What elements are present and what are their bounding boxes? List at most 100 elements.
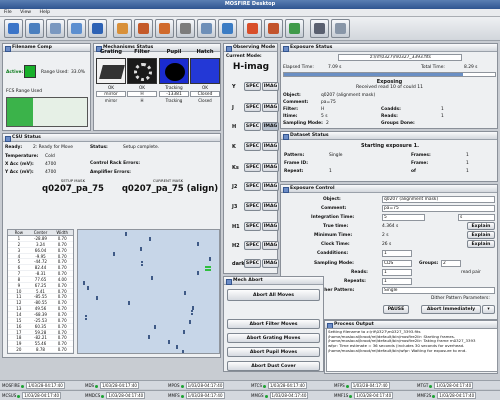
table-row[interactable]: 2147.690.70: [8, 353, 73, 354]
spec-button[interactable]: SPEC: [244, 259, 261, 268]
terminal-icon[interactable]: [310, 19, 329, 38]
ec-coadds-input[interactable]: 1: [382, 250, 412, 257]
imag-button[interactable]: IMAG: [262, 241, 279, 250]
csu-amp-label: Amplifier Errors:: [90, 170, 131, 175]
row-width: 0.70: [57, 306, 67, 312]
abort-all-moves-button[interactable]: Abort All Moves: [227, 289, 320, 301]
spec-button[interactable]: SPEC: [244, 182, 261, 191]
abort-grating-moves-button[interactable]: Abort Grating Moves: [227, 333, 320, 343]
mask-icon[interactable]: [218, 19, 237, 38]
server-status-mmdcs[interactable]: MMDCS 1/03/28-04:17:40: [85, 392, 146, 399]
spec-button[interactable]: SPEC: [244, 163, 261, 172]
spec-button[interactable]: SPEC: [244, 222, 261, 231]
spec-button[interactable]: SPEC: [244, 142, 261, 151]
server-status-mcsus[interactable]: MCSUS 1/03/28-04:17:40: [2, 392, 62, 399]
server-timestamp: 1/03/28-04:17:40: [185, 382, 225, 389]
server-status-mmf2s[interactable]: MMF2S 1/03/28-04:17:40: [417, 392, 477, 399]
ec-object-input[interactable]: q0207 (alignment mask): [382, 196, 495, 203]
abort-immediately-button[interactable]: Abort Immediately: [421, 305, 481, 314]
ec-comment-input[interactable]: pa=75: [382, 205, 495, 212]
settings-icon[interactable]: [176, 19, 195, 38]
log-icon[interactable]: [264, 19, 283, 38]
detector-icon[interactable]: [46, 19, 65, 38]
abort-menu-button[interactable]: ▾: [482, 305, 495, 314]
tools-icon[interactable]: [134, 19, 153, 38]
menu-file[interactable]: File: [4, 10, 12, 15]
ds9-icon[interactable]: [285, 19, 304, 38]
spec-button[interactable]: SPEC: [244, 103, 261, 112]
spec-button[interactable]: SPEC: [244, 122, 261, 131]
server-status-mmfs[interactable]: MMFS 1/03/28-04:17:40: [168, 392, 225, 399]
server-timestamp: 1/03/28-04:17:40: [100, 382, 139, 389]
ec-reads-input[interactable]: 1: [382, 269, 412, 276]
server-status-mosfire[interactable]: MOSFIRE 1/03/28-04:17:40: [2, 382, 65, 389]
imag-button[interactable]: IMAG: [262, 103, 279, 112]
obs-row-label: H: [232, 124, 237, 130]
keyboard-icon[interactable]: [331, 19, 350, 38]
filter-wheel-icon[interactable]: [197, 19, 216, 38]
observing-panel: Observing Mode Current Mode: H-imag: [223, 43, 278, 274]
server-status-mmgs[interactable]: MMGS 1/03/28-04:17:40: [251, 392, 309, 399]
row-center: -28.89: [34, 236, 47, 241]
csu-temp-value: Cold: [45, 154, 55, 159]
chart-icon[interactable]: [243, 19, 262, 38]
imag-button[interactable]: IMAG: [262, 82, 279, 91]
wrench-icon[interactable]: [155, 19, 174, 38]
ec-sampling-select[interactable]: CDS: [382, 260, 412, 267]
ec-dither-select[interactable]: Single: [382, 287, 495, 294]
spec-button[interactable]: SPEC: [244, 241, 261, 250]
exp-itime-value: 5 s: [321, 114, 328, 119]
row-number: 7: [17, 271, 21, 277]
server-status-mtcs[interactable]: MTCS 1/03/28-04:17:40: [251, 382, 307, 389]
spec-button[interactable]: SPEC: [244, 82, 261, 91]
exp-sampling-label: Sampling Mode:: [283, 121, 323, 126]
menu-help[interactable]: Help: [40, 10, 50, 15]
home-icon[interactable]: [113, 19, 132, 38]
row-center: 82.44: [34, 265, 47, 271]
mech-hatch-name: Hatch: [196, 49, 214, 55]
ec-groups-input[interactable]: 2: [441, 260, 461, 267]
pause-button[interactable]: PAUSE: [383, 305, 409, 314]
ec-itime-unit-select[interactable]: s: [458, 214, 495, 221]
hatch-icon: [190, 58, 220, 84]
server-status-mmf1s[interactable]: MMF1S 1/03/28-04:17:40: [334, 392, 394, 399]
server-status-mpos[interactable]: MPOS 1/03/28-04:17:40: [168, 382, 225, 389]
camera-icon[interactable]: [25, 19, 44, 38]
thermometer-icon[interactable]: [4, 19, 23, 38]
imag-button[interactable]: IMAG: [262, 163, 279, 172]
ec-repeats-input[interactable]: 1: [382, 278, 412, 285]
display-icon[interactable]: [67, 19, 86, 38]
server-status-mds[interactable]: MDS 1/03/28-04:17:40: [85, 382, 139, 389]
imag-button[interactable]: IMAG: [262, 202, 279, 211]
csu-bar-table[interactable]: Row Center Width 1 -28.89 0.70 2 3.24 0.70 3 66…: [7, 229, 74, 354]
obs-row-dark: dark SPEC IMAG: [226, 259, 279, 269]
status-led-icon: [180, 384, 184, 388]
ec-itime-input[interactable]: 5: [382, 214, 425, 221]
explain-button-1[interactable]: Explain: [467, 222, 495, 230]
col-center: Center: [33, 230, 48, 235]
ec-mintime-label: Minimum Time:: [314, 233, 353, 238]
abort-dust-cover-button[interactable]: Abort Dust Cover: [227, 361, 320, 371]
row-center: 66.04: [34, 247, 47, 253]
imag-button[interactable]: IMAG: [262, 122, 279, 131]
server-status-mfps[interactable]: MFPS 1/03/28-04:17:40: [334, 382, 390, 389]
status-led-icon: [264, 394, 268, 398]
process-output-text[interactable]: Setting filename to z:\rif\0327\m0327_33…: [326, 328, 498, 372]
menu-view[interactable]: View: [20, 10, 31, 15]
current-mask-label: CURRENT MASK: [152, 178, 184, 183]
abort-pupil-moves-button[interactable]: Abort Pupil Moves: [227, 347, 320, 357]
spec-button[interactable]: SPEC: [244, 202, 261, 211]
imag-button[interactable]: IMAG: [262, 182, 279, 191]
screen-icon[interactable]: [88, 19, 107, 38]
imag-button[interactable]: IMAG: [262, 222, 279, 231]
explain-button-2[interactable]: Explain: [467, 231, 495, 239]
ds-pattern-label: Pattern:: [284, 153, 305, 158]
imag-button[interactable]: IMAG: [262, 259, 279, 268]
abort-filter-moves-button[interactable]: Abort Filter Moves: [227, 319, 320, 329]
server-timestamp: 1/03/28-04:17:40: [185, 392, 225, 399]
explain-button-3[interactable]: Explain: [467, 240, 495, 248]
imag-button[interactable]: IMAG: [262, 142, 279, 151]
exp-object-value: q0207 (alignment mask): [321, 93, 376, 98]
mech-abort-title: Mech Abort: [224, 277, 323, 285]
server-status-mtgt[interactable]: MTGT 1/03/28-04:17:40: [417, 382, 474, 389]
